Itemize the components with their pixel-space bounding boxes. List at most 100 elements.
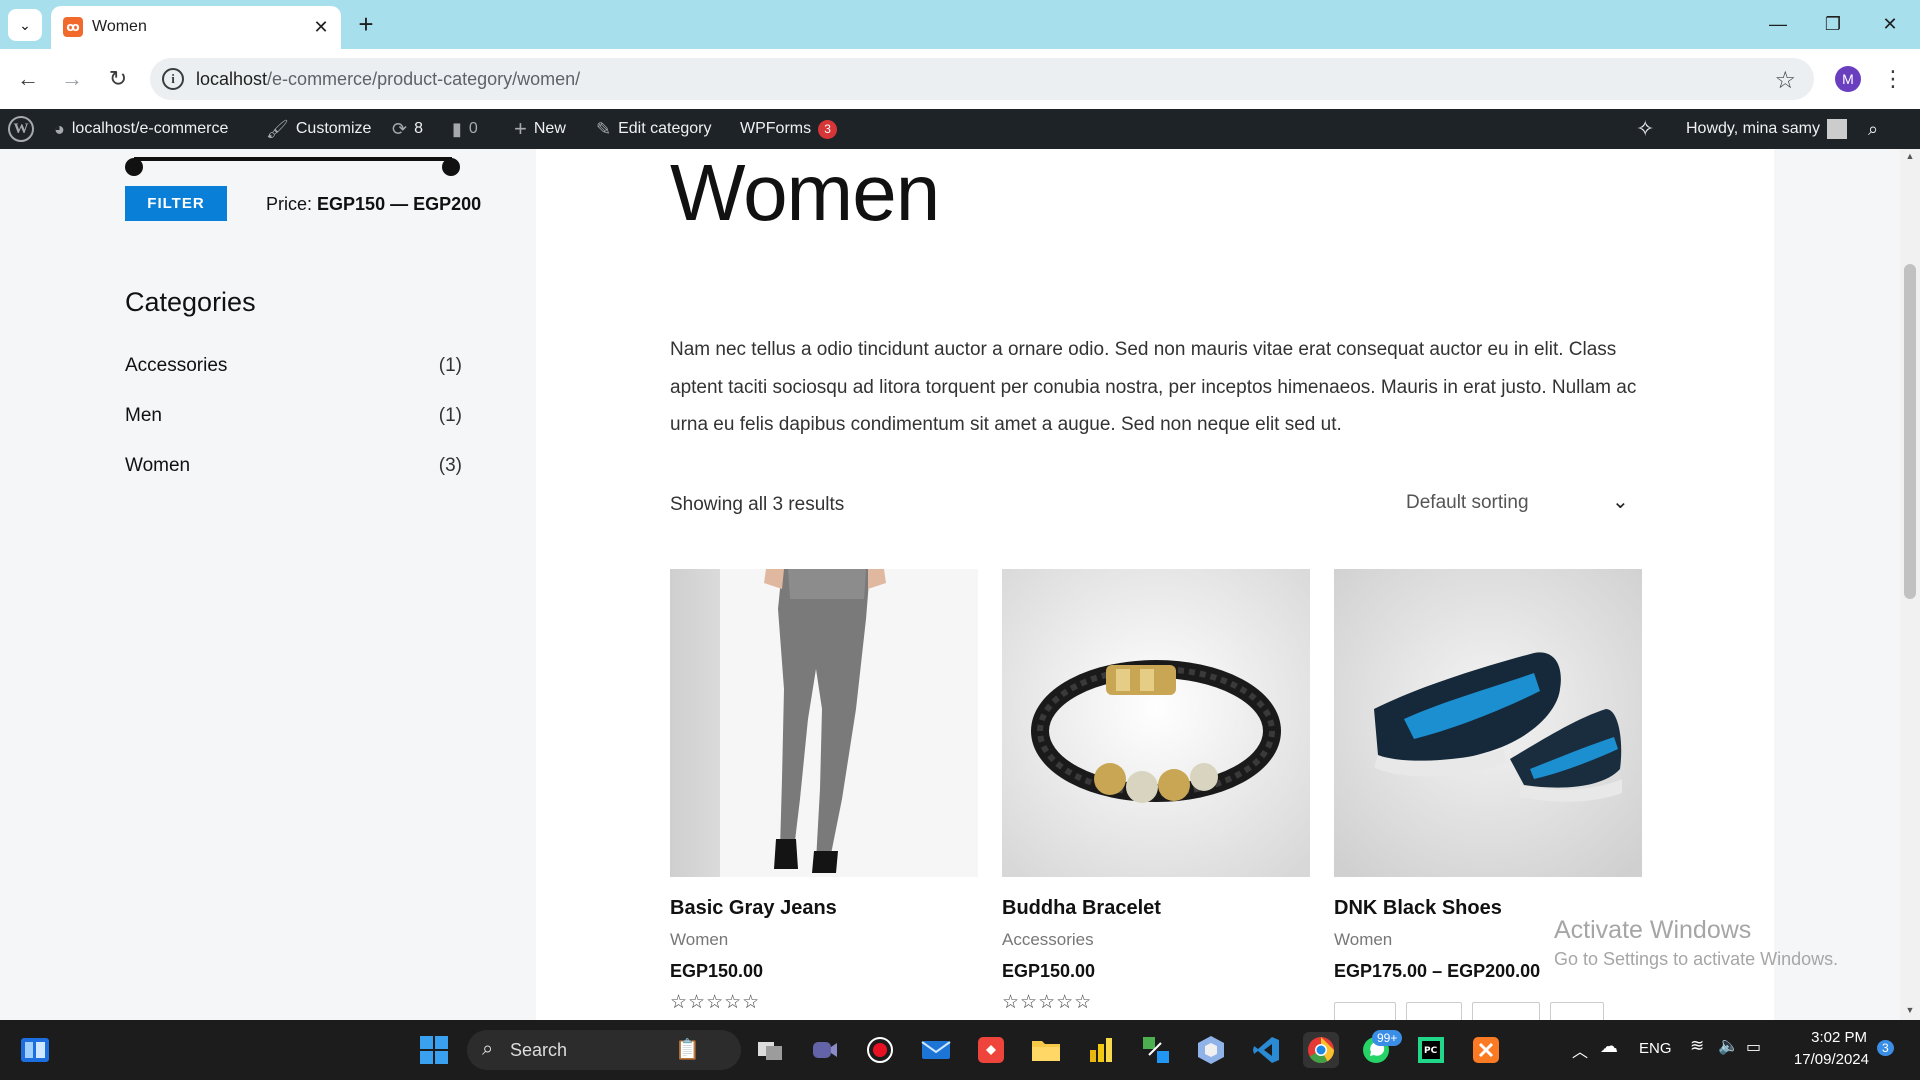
show-hidden-icons[interactable]: ︿ (1572, 1038, 1588, 1062)
virtualbox-icon[interactable] (1193, 1032, 1229, 1068)
xampp-icon[interactable] (1468, 1032, 1504, 1068)
file-explorer-icon[interactable] (1028, 1032, 1064, 1068)
comments-link[interactable]: ▮ 0 (452, 109, 478, 149)
xampp-favicon-icon: ꝏ (63, 17, 83, 37)
back-arrow-icon[interactable]: ← (12, 63, 44, 95)
product-title[interactable]: Buddha Bracelet (1002, 897, 1161, 920)
tab-title: Women (92, 18, 147, 35)
result-count: Showing all 3 results (670, 494, 845, 515)
scroll-up-icon[interactable]: ▲ (1905, 151, 1915, 161)
scroll-thumb[interactable] (1904, 264, 1916, 599)
product-price: EGP150.00 (670, 961, 764, 981)
input-language[interactable]: ENG (1639, 1040, 1672, 1057)
price-min-handle[interactable] (125, 158, 143, 176)
screen-recorder-icon[interactable] (862, 1032, 898, 1068)
onedrive-icon[interactable]: ☁ (1600, 1036, 1618, 1057)
product-image-shoes[interactable] (1334, 569, 1642, 877)
wp-logo-menu[interactable]: W (8, 109, 34, 149)
browser-tab-active[interactable]: ꝏ Women ✕ (51, 6, 341, 49)
ssis-tool-icon[interactable] (1138, 1032, 1174, 1068)
product-image-jeans[interactable] (670, 569, 978, 877)
anydesk-icon[interactable] (973, 1032, 1009, 1068)
address-bar[interactable]: i localhost/e-commerce/product-category/… (150, 58, 1814, 100)
windows-start-icon[interactable] (416, 1032, 452, 1068)
scroll-down-icon[interactable]: ▼ (1905, 1005, 1915, 1015)
customize-link[interactable]: 🖌 Customize (266, 109, 371, 149)
teams-meet-icon[interactable] (807, 1032, 843, 1068)
browser-menu-icon[interactable]: ⋮ (1880, 63, 1906, 95)
reload-icon[interactable]: ↻ (102, 63, 134, 95)
vscode-icon[interactable] (1248, 1032, 1284, 1068)
svg-text:PC: PC (1424, 1046, 1438, 1056)
product-price: EGP175.00 – EGP200.00 (1334, 961, 1541, 981)
mail-icon[interactable] (918, 1032, 954, 1068)
pencil-icon: ✎ (596, 118, 612, 139)
pycharm-icon[interactable]: PC (1413, 1032, 1449, 1068)
star-rating: ☆☆☆☆☆ (670, 992, 761, 1013)
price-range-track[interactable] (125, 157, 460, 176)
profile-avatar[interactable]: M (1835, 66, 1861, 92)
category-item-women[interactable]: Women (3) (125, 455, 462, 481)
admin-search-button[interactable]: ⌕ (1868, 109, 1878, 149)
wp-admin-bar: W ◕ localhost/e-commerce 🖌 Customize ⟳ 8… (0, 109, 1920, 149)
site-name-menu[interactable]: ◕ localhost/e-commerce (54, 109, 228, 149)
page-scrollbar[interactable]: ▲ ▼ (1900, 149, 1920, 1020)
widgets-icon[interactable] (17, 1032, 53, 1068)
product-title[interactable]: Basic Gray Jeans (670, 897, 837, 920)
product-image-bracelet[interactable] (1002, 569, 1310, 877)
shop-main: Women Nam nec tellus a odio tincidunt au… (536, 149, 1774, 1020)
browser-toolbar: ← → ↻ i localhost/e-commerce/product-cat… (0, 49, 1920, 109)
variation-swatch[interactable] (1406, 1002, 1462, 1020)
product-price: EGP150.00 (1002, 961, 1096, 981)
wpforms-menu[interactable]: WPForms 3 (740, 109, 838, 149)
new-content-menu[interactable]: + New (514, 109, 566, 149)
sorting-select[interactable]: Default sorting ⌄ (1406, 483, 1641, 525)
whatsapp-badge: 99+ (1372, 1030, 1403, 1046)
restore-icon[interactable]: ❐ (1815, 10, 1851, 38)
search-icon: ⌕ (482, 1038, 494, 1060)
search-highlight-icon: 📋 (675, 1039, 700, 1061)
product-title[interactable]: DNK Black Shoes (1334, 897, 1502, 920)
notification-center-badge[interactable]: 3 (1877, 1040, 1894, 1056)
price-max-handle[interactable] (442, 158, 460, 176)
power-bi-icon[interactable] (1083, 1032, 1119, 1068)
volume-icon[interactable]: 🔈 (1718, 1036, 1739, 1056)
product-card[interactable]: Buddha Bracelet Accessories EGP150.00 ☆☆… (1002, 569, 1310, 1013)
clock-time[interactable]: 3:02 PM (1791, 1029, 1867, 1046)
site-info-icon[interactable]: i (162, 68, 184, 90)
search-icon: ⌕ (1868, 118, 1879, 139)
category-item-accessories[interactable]: Accessories (1) (125, 355, 462, 381)
clock-date[interactable]: 17/09/2024 (1789, 1051, 1869, 1068)
close-tab-icon[interactable]: ✕ (309, 15, 333, 39)
chevron-down-icon: ⌄ (1612, 491, 1629, 513)
chrome-icon[interactable] (1303, 1032, 1339, 1068)
wpforms-notification-badge: 3 (818, 119, 838, 139)
ai-sparkle-button[interactable]: ✧ (1636, 109, 1654, 149)
product-card[interactable]: Basic Gray Jeans Women EGP150.00 ☆☆☆☆☆ (670, 569, 978, 1013)
battery-icon[interactable]: ▭ (1746, 1037, 1761, 1057)
forward-arrow-icon[interactable]: → (56, 63, 88, 95)
categories-heading: Categories (125, 287, 256, 317)
bookmark-star-icon[interactable]: ☆ (1774, 66, 1796, 95)
filter-button[interactable]: FILTER (125, 186, 227, 221)
tab-search-button[interactable]: ⌄ (8, 9, 42, 41)
product-category: Women (670, 930, 729, 949)
taskbar-search[interactable]: ⌕ Search 📋 (467, 1030, 741, 1070)
url-text[interactable]: localhost/e-commerce/product-category/wo… (196, 69, 580, 90)
variation-swatch[interactable] (1550, 1002, 1604, 1020)
new-tab-button[interactable]: + (352, 9, 380, 39)
minimize-icon[interactable]: — (1760, 10, 1796, 38)
wifi-icon[interactable]: ≋ (1690, 1036, 1704, 1056)
edit-category-link[interactable]: ✎ Edit category (596, 109, 711, 149)
variation-swatch[interactable] (1472, 1002, 1540, 1020)
my-account-menu[interactable]: Howdy, mina samy (1686, 109, 1847, 149)
price-range-label: Price: EGP150 — EGP200 (266, 194, 482, 214)
close-window-icon[interactable]: ✕ (1872, 10, 1908, 38)
category-item-men[interactable]: Men (1) (125, 405, 462, 431)
updates-icon: ⟳ (392, 118, 408, 139)
updates-link[interactable]: ⟳ 8 (392, 109, 423, 149)
task-view-icon[interactable] (752, 1032, 788, 1068)
comment-icon: ▮ (452, 118, 462, 139)
product-card[interactable]: DNK Black Shoes Women EGP175.00 – EGP200… (1334, 569, 1642, 1020)
variation-swatch[interactable] (1334, 1002, 1396, 1020)
